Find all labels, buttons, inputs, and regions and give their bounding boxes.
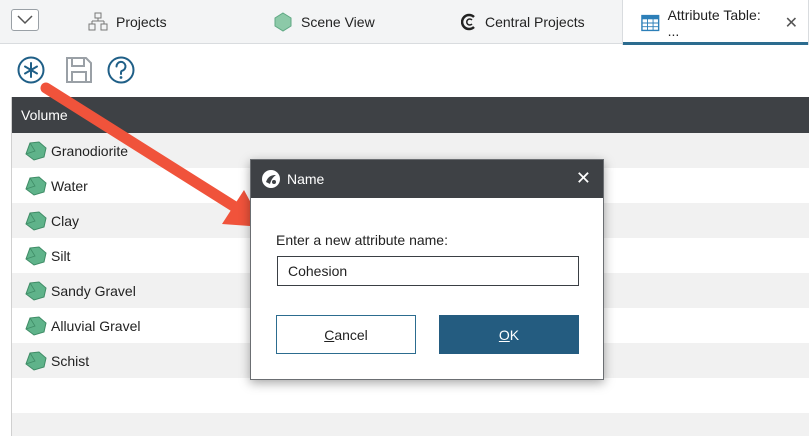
tab-scene-view[interactable]: Scene View	[273, 0, 375, 44]
column-header-volume[interactable]: Volume	[12, 97, 809, 133]
tab-scene-view-label: Scene View	[301, 14, 375, 30]
volume-icon	[25, 350, 47, 371]
collapse-tabs-button[interactable]	[11, 9, 39, 31]
central-projects-icon	[461, 13, 475, 31]
attribute-table-icon	[641, 14, 660, 31]
volume-icon	[25, 140, 47, 161]
app-logo-icon	[262, 170, 280, 188]
dialog-title-bar: Name ✕	[251, 160, 603, 198]
volume-icon	[25, 175, 47, 196]
ok-mnemonic: O	[498, 326, 510, 343]
row-label: Schist	[51, 352, 90, 369]
column-header-label: Volume	[21, 107, 68, 123]
row-label: Water	[51, 177, 88, 194]
save-icon[interactable]	[64, 55, 94, 85]
row-label: Clay	[51, 212, 80, 229]
volume-icon	[25, 280, 47, 301]
help-icon[interactable]	[106, 55, 136, 85]
attribute-name-label: Enter a new attribute name:	[276, 232, 448, 248]
table-row-empty	[12, 378, 809, 413]
tab-bar: Projects Scene View Central Projects Att…	[0, 0, 809, 45]
row-label: Silt	[51, 247, 71, 264]
tab-projects-label: Projects	[116, 14, 167, 30]
volume-icon	[25, 315, 47, 336]
table-row-empty	[12, 413, 809, 436]
name-dialog: Name ✕ Enter a new attribute name: Cance…	[250, 159, 604, 380]
row-label: Granodiorite	[51, 142, 129, 159]
row-label: Sandy Gravel	[51, 282, 136, 299]
close-icon[interactable]: ✕	[576, 169, 591, 187]
volume-icon	[25, 210, 47, 231]
tab-central-projects-label: Central Projects	[485, 14, 585, 30]
ok-button[interactable]: OK	[439, 315, 579, 354]
scene-view-icon	[274, 12, 292, 32]
row-label: Alluvial Gravel	[51, 317, 141, 334]
tab-central-projects[interactable]: Central Projects	[461, 0, 585, 44]
dialog-title: Name	[287, 171, 325, 187]
asterisk-circle-icon[interactable]	[16, 55, 46, 85]
tab-attribute-table[interactable]: Attribute Table: ... ✕	[622, 0, 809, 45]
chevron-down-icon	[17, 15, 33, 25]
ok-label: K	[509, 326, 520, 343]
tab-projects[interactable]: Projects	[88, 0, 167, 44]
cancel-button[interactable]: Cancel	[276, 315, 416, 354]
volume-icon	[25, 245, 47, 266]
tab-attribute-table-label: Attribute Table: ...	[667, 6, 761, 39]
close-icon[interactable]: ✕	[785, 13, 798, 33]
projects-icon	[88, 12, 108, 31]
cancel-label: ancel	[334, 326, 368, 343]
cancel-mnemonic: C	[324, 326, 335, 343]
attribute-name-input[interactable]	[277, 256, 579, 286]
